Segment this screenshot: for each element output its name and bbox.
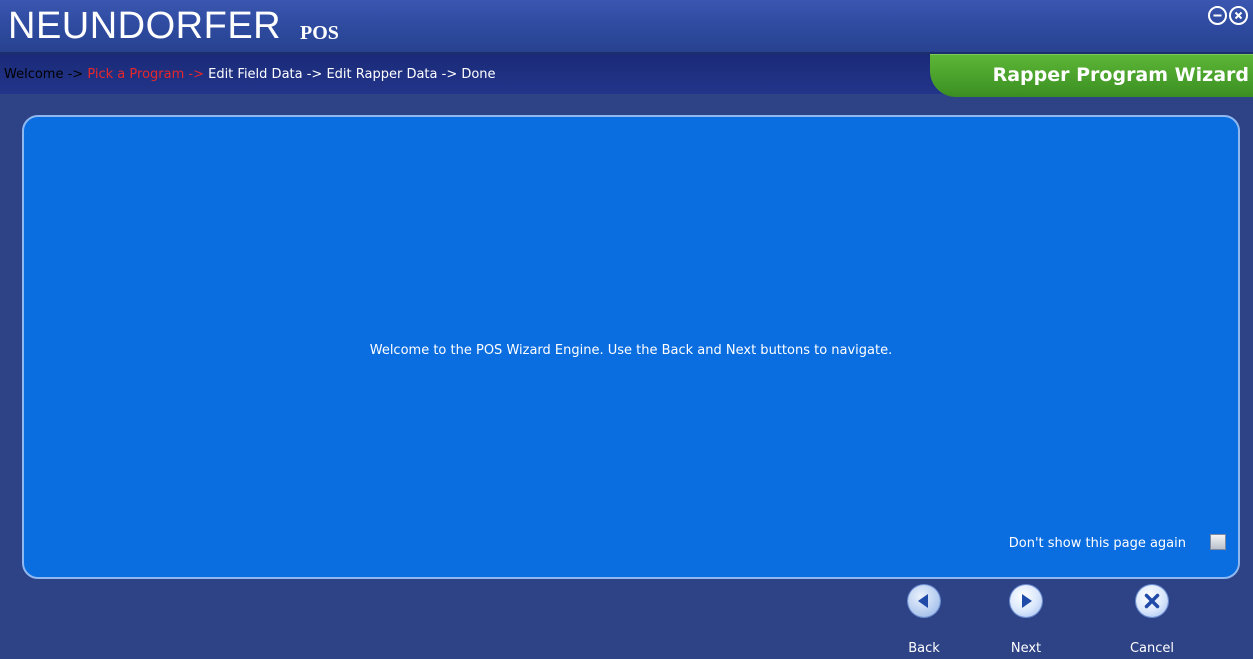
- breadcrumb-step-edit-rapper: Edit Rapper Data ->: [326, 67, 462, 82]
- arrow-right-icon: [1022, 594, 1032, 608]
- wizard-title: Rapper Program Wizard: [992, 64, 1249, 86]
- cancel-button[interactable]: Cancel: [1122, 585, 1182, 659]
- breadcrumb-step-done: Done: [461, 67, 496, 82]
- next-button[interactable]: Next: [996, 585, 1056, 659]
- brand-logo: NEUNDORFER: [8, 5, 282, 47]
- wizard-title-tab: Rapper Program Wizard: [930, 54, 1253, 97]
- breadcrumb: Welcome -> Pick a Program -> Edit Field …: [4, 67, 496, 83]
- cancel-x-icon: [1144, 593, 1160, 609]
- cancel-label: Cancel: [1129, 641, 1175, 656]
- close-circle-icon: [1234, 11, 1243, 20]
- arrow-left-icon: [918, 594, 928, 608]
- minimize-circle-icon: [1213, 14, 1222, 17]
- title-bar: NEUNDORFER POS: [0, 0, 1253, 54]
- cancel-circle: [1136, 585, 1168, 617]
- welcome-message: Welcome to the POS Wizard Engine. Use th…: [369, 343, 893, 358]
- back-label: Back: [908, 641, 940, 656]
- dont-show-label: Don't show this page again: [1008, 536, 1186, 551]
- minimize-button[interactable]: [1208, 6, 1227, 25]
- wizard-content-panel: Welcome to the POS Wizard Engine. Use th…: [22, 115, 1240, 579]
- breadcrumb-step-welcome: Welcome ->: [4, 67, 88, 82]
- back-circle: [908, 585, 940, 617]
- brand-sub: POS: [300, 22, 339, 44]
- dont-show-checkbox[interactable]: [1210, 534, 1226, 550]
- close-button[interactable]: [1229, 6, 1248, 25]
- back-button[interactable]: Back: [894, 585, 954, 659]
- next-circle: [1010, 585, 1042, 617]
- breadcrumb-step-edit-field: Edit Field Data ->: [208, 67, 327, 82]
- next-label: Next: [1010, 641, 1042, 656]
- app-window: NEUNDORFER POS Welcome -> Pick a Program…: [0, 0, 1253, 659]
- breadcrumb-step-pick-program: Pick a Program ->: [87, 67, 209, 82]
